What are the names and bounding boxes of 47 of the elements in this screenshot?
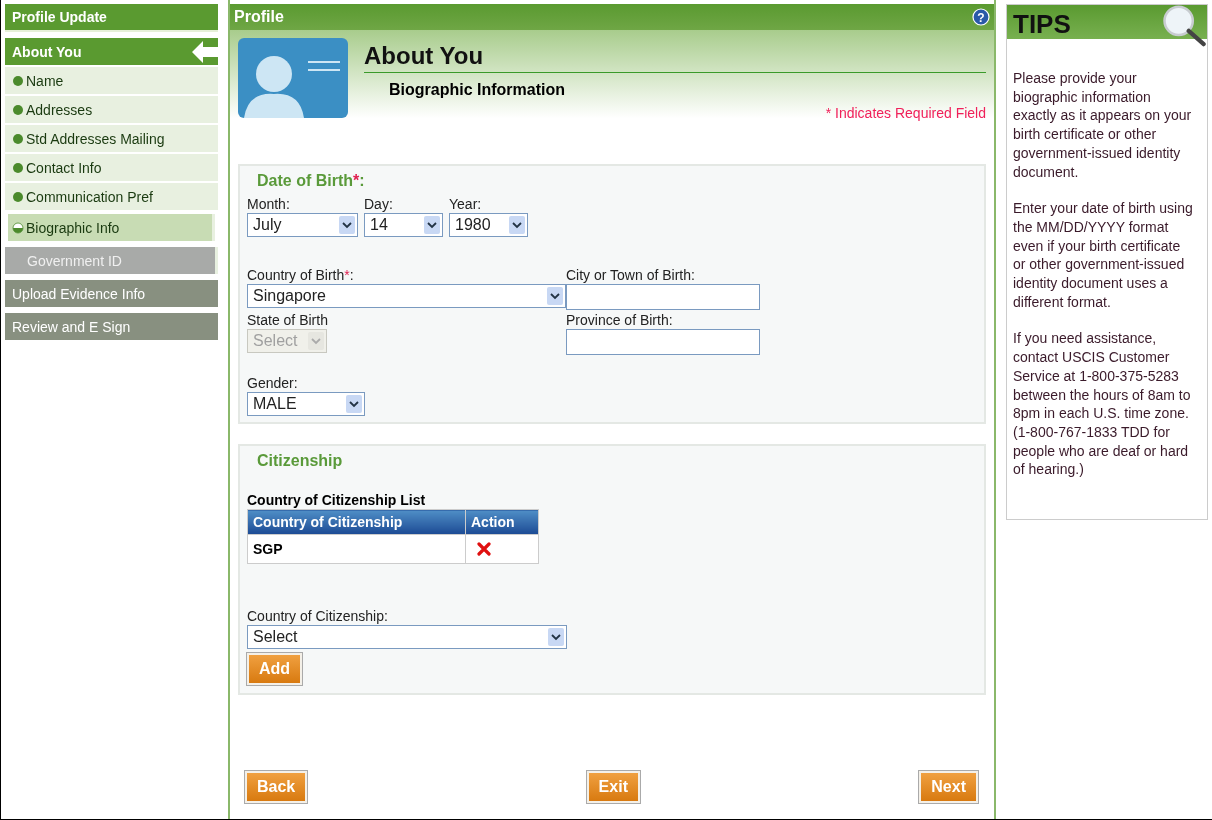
select-field[interactable]: July [247, 213, 358, 237]
select-field[interactable]: 14 [364, 213, 443, 237]
field-label: Day: [364, 196, 394, 213]
dot-icon [12, 74, 24, 87]
tip-paragraph: Please provide your biographic information exactly as it appears on your birth certificate or other government-issued identity document. [1013, 69, 1193, 182]
half-dot-icon [12, 221, 24, 234]
field-label: Country of Birth*: [247, 267, 355, 284]
select-field[interactable]: Singapore [247, 284, 566, 308]
field-label: Gender: [247, 375, 299, 392]
table-cell: SGP [247, 534, 466, 564]
sidebar-item[interactable]: Addresses [5, 96, 218, 123]
field-label: Province of Birth: [566, 312, 674, 329]
text-input[interactable] [566, 284, 760, 310]
section-legend: Date of Birth*: [257, 172, 976, 190]
column-header: Action [465, 509, 539, 535]
column-header: Country of Citizenship [247, 509, 466, 535]
delete-x-icon[interactable] [477, 542, 491, 556]
tip-paragraph: Enter your date of birth using the MM/DD/YYYY format even if your birth certificate or other government-issued identity document uses a different format. [1013, 199, 1193, 312]
dot-icon [12, 161, 24, 174]
dot-icon [12, 132, 24, 145]
help-icon[interactable]: ? [972, 8, 990, 26]
panel-title: Profile [234, 8, 284, 26]
list-title: Country of Citizenship List [247, 492, 427, 508]
select-field[interactable]: MALE [247, 392, 365, 416]
page-subheading: Biographic Information [389, 81, 566, 99]
page-heading: About You [364, 42, 986, 73]
sidebar-item[interactable]: Std Addresses Mailing [5, 125, 218, 152]
left-arrow-icon [192, 40, 218, 63]
select-field[interactable]: Select [247, 625, 567, 649]
sidebar-item[interactable]: Communication Pref [5, 183, 218, 210]
sidebar-item[interactable]: Biographic Info [8, 214, 215, 241]
section-legend: Citizenship [257, 452, 976, 470]
dot-icon [12, 103, 24, 116]
dot-icon [12, 190, 24, 203]
field-label: State of Birth [247, 312, 329, 329]
sidebar-item[interactable]: Name [5, 67, 218, 94]
field-label: City or Town of Birth: [566, 267, 696, 284]
sidebar-header: Profile Update [5, 4, 218, 32]
text-input[interactable] [566, 329, 760, 355]
field-label: Country of Citizenship: [247, 608, 389, 625]
select-field[interactable]: 1980 [449, 213, 528, 237]
required-field-note: * Indicates Required Field [824, 105, 986, 121]
sidebar-item[interactable]: Contact Info [5, 154, 218, 181]
field-label: Year: [449, 196, 483, 213]
field-label: Month: [247, 196, 291, 213]
tips-title: TIPS [1013, 9, 1071, 39]
tip-paragraph: If you need assistance, contact USCIS Customer Service at 1-800-375-5283 between the hours of 8am to 8pm in each U.S. time zone.(1-800-767-1833 TDD for people who are deaf or hard of hearing.) [1013, 329, 1192, 480]
